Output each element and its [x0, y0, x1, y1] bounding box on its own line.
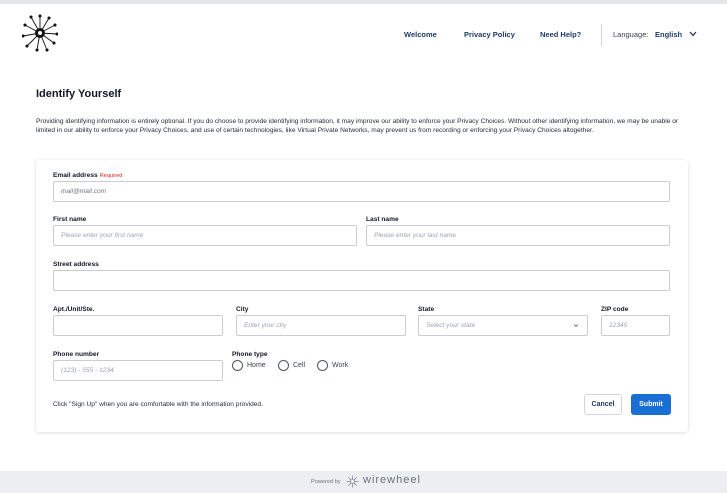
phone-label: Phone number	[53, 351, 100, 358]
powered-by-text: Powered by	[311, 479, 341, 485]
radio-work-label[interactable]: Work	[332, 362, 348, 369]
cancel-button[interactable]: Cancel	[584, 394, 622, 415]
required-badge: Required	[99, 173, 123, 179]
apt-field[interactable]	[53, 315, 223, 336]
page-title: Identify Yourself	[36, 88, 122, 100]
radio-home-label[interactable]: Home	[247, 362, 266, 369]
chevron-down-icon[interactable]	[688, 30, 698, 38]
state-select[interactable]: Select your state	[418, 315, 588, 336]
city-label: City	[236, 306, 249, 313]
wirewheel-brand[interactable]: wirewheel	[363, 474, 421, 486]
language-selector[interactable]: English	[655, 30, 682, 39]
language-label: Language:	[613, 30, 649, 39]
starburst-logo-icon[interactable]	[22, 14, 58, 52]
street-address-field[interactable]	[53, 270, 670, 291]
first-name-field[interactable]: Please enter your first name	[53, 225, 357, 246]
state-select-value: Select your state	[426, 322, 476, 329]
radio-home[interactable]	[232, 360, 243, 371]
last-name-label: Last name	[366, 216, 399, 223]
city-field[interactable]: Enter your city	[236, 315, 406, 336]
phone-field[interactable]: (123) - 555 - 1234	[53, 360, 223, 381]
phone-type-label: Phone type	[232, 351, 268, 358]
footer: Powered by wirewheel	[0, 471, 727, 493]
radio-work[interactable]	[317, 360, 328, 371]
zip-label: ZIP code	[601, 306, 629, 313]
street-address-label: Street address	[53, 261, 99, 268]
submit-button[interactable]: Submit	[631, 394, 671, 415]
first-name-label: First name	[53, 216, 87, 223]
zip-field[interactable]: 12345	[601, 315, 670, 336]
email-field[interactable]: mail@mail.com	[53, 181, 670, 202]
state-label: State	[418, 306, 435, 313]
chevron-down-icon	[573, 324, 579, 328]
sign-up-note: Click "Sign Up" when you are comfortable…	[53, 401, 263, 408]
last-name-field[interactable]: Please enter your last name	[366, 225, 670, 246]
intro-text: Providing identifying information is ent…	[36, 118, 679, 134]
wirewheel-logo-icon	[346, 475, 359, 488]
nav-welcome[interactable]: Welcome	[404, 30, 437, 39]
radio-cell-label[interactable]: Cell	[293, 362, 305, 369]
radio-cell[interactable]	[278, 360, 289, 371]
nav-privacy-policy[interactable]: Privacy Policy	[464, 30, 515, 39]
header: Welcome Privacy Policy Need Help? Langua…	[0, 4, 727, 64]
apt-label: Apt./Unit/Ste.	[53, 306, 95, 313]
email-label-text: Email address	[53, 172, 98, 179]
email-label: Email address Required	[53, 172, 122, 179]
identity-form: Email address Required mail@mail.com Firs…	[36, 160, 688, 432]
nav-need-help[interactable]: Need Help?	[540, 30, 581, 39]
nav-divider	[601, 24, 602, 46]
